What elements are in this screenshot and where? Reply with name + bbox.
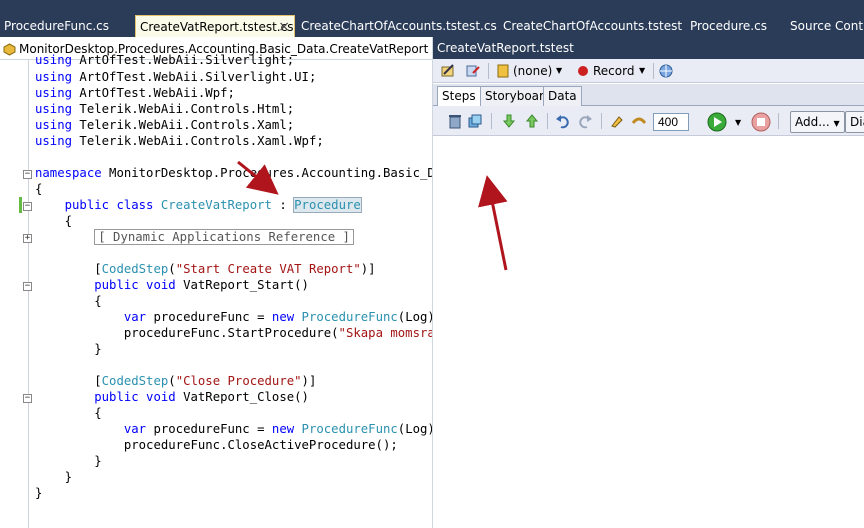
tab-procedure-cs[interactable]: Procedure.cs [690,15,784,37]
tab-source-control[interactable]: Source Contro [790,15,864,37]
tab-createchartofaccounts-tstest[interactable]: CreateChartOfAccounts.tstest [503,15,683,37]
tab-label: CreateChartOfAccounts.tstest [503,19,683,33]
close-tab-icon[interactable]: × [278,16,290,37]
test-designer-pane: CreateVatReport.tstest (none) ▼ Record ▼… [433,37,864,528]
annotation-arrow-left [237,160,279,195]
tab-procedurefunc-cs[interactable]: ProcedureFunc.cs [4,15,130,37]
tab-createvatreport-tstest-cs[interactable]: CreateVatReport.tstest.cs × [135,15,295,37]
tab-label: Procedure.cs [690,19,767,33]
document-tab-strip: ProcedureFunc.cs CreateVatReport.tstest.… [0,15,864,37]
tab-label: CreateVatReport.tstest.cs [140,20,294,34]
tab-label: ProcedureFunc.cs [4,19,110,33]
annotation-arrow-right [478,175,508,271]
tab-label: CreateChartOfAccounts.tstest.cs [301,19,497,33]
tab-createchartofaccounts-tstest-cs[interactable]: CreateChartOfAccounts.tstest.cs [301,15,497,37]
tab-label: Source Contro [790,19,864,33]
code-editor[interactable]: MonitorDesktop.Procedures.Accounting.Bas… [0,37,433,528]
